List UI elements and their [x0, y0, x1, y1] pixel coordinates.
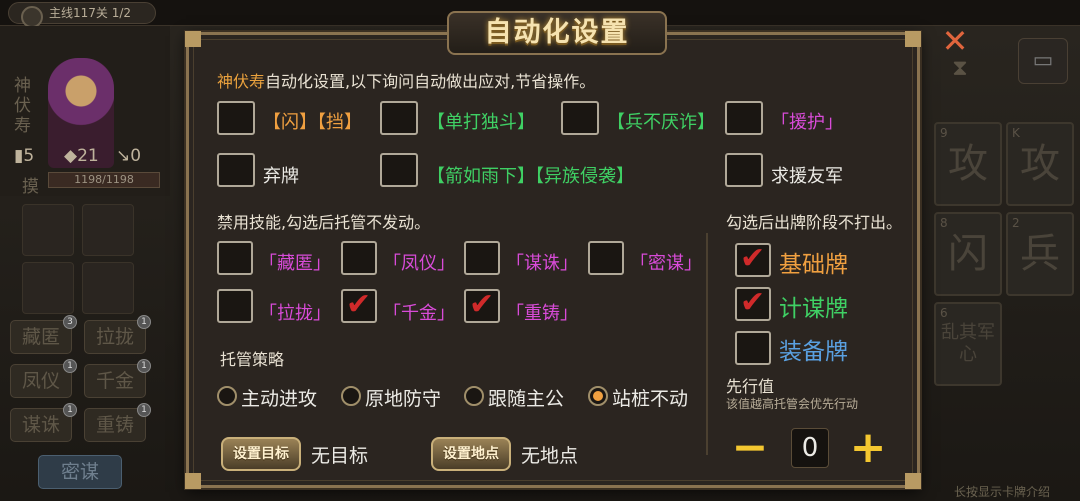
disable-skill-checkbox[interactable] — [464, 241, 500, 275]
settings-gear-icon[interactable] — [21, 6, 43, 28]
auto-discard-checkbox[interactable] — [217, 153, 255, 187]
strategy-heading: 托管策略 — [220, 350, 285, 369]
auto-discard-label: 弃牌 — [263, 166, 299, 187]
checkmark-icon: ✔ — [469, 287, 495, 322]
no-play-trick-checkbox[interactable]: ✔ — [735, 285, 771, 321]
disable-skill-checkbox[interactable] — [341, 241, 377, 275]
hand-card[interactable]: 9攻 — [934, 122, 1002, 206]
strategy-radio-selected[interactable] — [588, 386, 608, 406]
hero-panel[interactable]: 神伏寿 — [0, 26, 170, 196]
auto-aid-label: 「援护」 — [771, 112, 843, 133]
strategy-radio[interactable] — [464, 386, 484, 406]
intro-text: 神伏寿自动化设置,以下询问自动做出应对,节省操作。 — [217, 72, 596, 91]
strategy-radio[interactable] — [217, 386, 237, 406]
attack-stat: ◆21 — [64, 146, 99, 166]
dialog-title: 自动化设置 — [447, 11, 667, 55]
hand-card[interactable]: 8闪 — [934, 212, 1002, 296]
hand-card[interactable]: 2兵 — [1006, 212, 1074, 296]
secret-plot-button[interactable]: 密谋 — [38, 455, 122, 489]
auto-aid-checkbox[interactable] — [725, 101, 763, 135]
checkmark-icon: ✔ — [740, 285, 766, 320]
strategy-label: 原地防守 — [365, 388, 442, 410]
disable-skill-checkbox[interactable] — [588, 241, 624, 275]
disable-skill-label: 「重铸」 — [506, 303, 578, 324]
equip-slot-horse[interactable] — [22, 262, 74, 314]
hero-name: 神伏寿 — [14, 76, 31, 136]
disable-skills-heading: 禁用技能,勾选后托管不发动。 — [217, 213, 431, 232]
hp-label: 摸 — [22, 177, 39, 197]
other-stat: ↘0 — [116, 146, 142, 166]
equip-slot-treasure[interactable] — [82, 262, 134, 314]
auto-arrows-invasion-label: 【箭如雨下】【异族侵袭】 — [427, 166, 634, 187]
hp-bar: 1198/1198 — [48, 172, 160, 188]
initiative-description: 该值越高托管会优先行动 — [726, 397, 859, 411]
hand-card[interactable]: K攻 — [1006, 122, 1074, 206]
auto-settings-dialog: 自动化设置 神伏寿自动化设置,以下询问自动做出应对,节省操作。 【闪】【挡】 【… — [185, 11, 921, 489]
monitor-icon[interactable]: ▭ — [1018, 38, 1068, 84]
skill-button[interactable]: 千金 1 — [84, 359, 151, 398]
no-play-trick-label: 计谋牌 — [779, 296, 848, 322]
column-divider — [706, 233, 708, 455]
skill-button[interactable]: 谋诛 1 — [10, 403, 77, 442]
disable-skill-label: 「拉拢」 — [259, 303, 331, 324]
close-icon[interactable]: ✕ — [938, 25, 972, 57]
checkmark-icon: ✔ — [740, 241, 766, 276]
minus-icon[interactable]: − — [731, 426, 769, 470]
auto-ask-ally-checkbox[interactable] — [725, 153, 763, 187]
set-location-button[interactable]: 设置地点 — [431, 437, 511, 471]
initiative-value[interactable]: 0 — [791, 428, 829, 468]
auto-dodge-block-checkbox[interactable] — [217, 101, 255, 135]
frame-corner — [905, 473, 921, 489]
frame-corner — [185, 31, 201, 47]
strategy-radio[interactable] — [341, 386, 361, 406]
disable-skill-checkbox[interactable]: ✔ — [464, 287, 500, 323]
frame-corner — [185, 473, 201, 489]
disable-skill-label: 「密谋」 — [630, 253, 702, 274]
strategy-label: 主动进攻 — [241, 388, 318, 410]
disable-skill-label: 「千金」 — [383, 303, 455, 324]
disable-skill-label: 「凤仪」 — [383, 253, 455, 274]
long-press-hint: 长按显示卡牌介绍 — [954, 485, 1051, 499]
auto-deception-label: 【兵不厌诈】 — [607, 112, 715, 133]
card-count-stat: ▮5 — [14, 146, 35, 166]
no-play-basic-checkbox[interactable]: ✔ — [735, 241, 771, 277]
auto-duel-checkbox[interactable] — [380, 101, 418, 135]
initiative-label: 先行值 — [726, 377, 775, 396]
disable-skill-checkbox[interactable] — [217, 289, 253, 323]
no-play-heading: 勾选后出牌阶段不打出。 — [726, 213, 903, 232]
set-target-button[interactable]: 设置目标 — [221, 437, 301, 471]
disable-skill-label: 「谋诛」 — [506, 253, 578, 274]
strategy-label: 站桩不动 — [612, 388, 689, 410]
auto-arrows-invasion-checkbox[interactable] — [380, 153, 418, 187]
skill-button[interactable]: 重铸 1 — [84, 403, 151, 442]
frame-corner — [905, 31, 921, 47]
checkmark-icon: ✔ — [346, 287, 372, 322]
hourglass-icon: ⧗ — [952, 56, 968, 81]
no-play-basic-label: 基础牌 — [779, 252, 848, 278]
strategy-label: 跟随主公 — [488, 388, 565, 410]
disable-skill-checkbox[interactable]: ✔ — [341, 287, 377, 323]
level-indicator: 主线117关 1/2 — [8, 2, 156, 28]
skill-button[interactable]: 凤仪 1 — [10, 359, 77, 398]
auto-dodge-block-label: 【闪】【挡】 — [263, 112, 362, 133]
no-play-equip-checkbox[interactable] — [735, 331, 771, 365]
target-value: 无目标 — [311, 445, 369, 467]
equip-slot-weapon[interactable] — [22, 204, 74, 256]
disable-skill-checkbox[interactable] — [217, 241, 253, 275]
skill-button[interactable]: 藏匿 3 — [10, 315, 77, 354]
disable-skill-label: 「藏匿」 — [259, 253, 331, 274]
auto-ask-ally-label: 求援友军 — [771, 166, 843, 187]
auto-deception-checkbox[interactable] — [561, 101, 599, 135]
plus-icon[interactable]: + — [849, 426, 887, 470]
no-play-equip-label: 装备牌 — [779, 339, 848, 365]
equip-slot-armor[interactable] — [82, 204, 134, 256]
location-value: 无地点 — [521, 445, 579, 467]
auto-duel-label: 【单打独斗】 — [427, 112, 535, 133]
hand-card[interactable]: 6 乱其军心 — [934, 302, 1002, 386]
skill-button[interactable]: 拉拢 1 — [84, 315, 151, 354]
